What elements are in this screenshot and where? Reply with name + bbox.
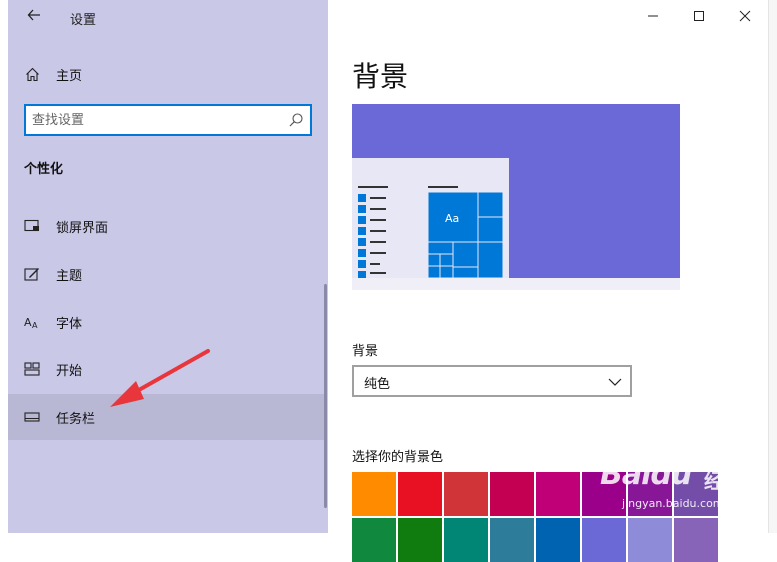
sidebar-item-label: 开始 [56, 363, 83, 379]
close-button[interactable] [722, 0, 768, 32]
sidebar-item-label: 任务栏 [56, 411, 96, 427]
maximize-icon [694, 11, 704, 21]
color-swatch[interactable] [674, 472, 718, 516]
home-icon [24, 66, 40, 82]
background-dropdown[interactable]: 纯色 [352, 365, 632, 397]
back-button[interactable] [22, 5, 46, 29]
dropdown-value: 纯色 [364, 377, 391, 392]
sidebar-item-label: 主页 [56, 68, 83, 84]
content-pane: 背景 Aa 背景 纯色 选择你的背景色 [328, 0, 768, 562]
color-swatch[interactable] [444, 472, 488, 516]
background-label: 背景 [352, 344, 379, 359]
color-swatch[interactable] [536, 472, 580, 516]
sidebar-item-lock-screen[interactable]: 锁屏界面 [8, 203, 326, 249]
color-swatch[interactable] [490, 472, 534, 516]
back-arrow-icon [27, 9, 40, 21]
color-swatch[interactable] [628, 472, 672, 516]
preview-start-menu: Aa [358, 186, 504, 279]
sidebar-item-label: 锁屏界面 [56, 220, 109, 236]
chevron-down-icon [608, 378, 622, 386]
lock-screen-icon [24, 218, 40, 234]
svg-text:A: A [32, 321, 38, 329]
svg-text:A: A [24, 316, 32, 329]
minimize-icon [648, 15, 658, 17]
sidebar-item-themes[interactable]: 主题 [8, 251, 326, 297]
search-input[interactable] [32, 110, 282, 130]
app-title: 设置 [70, 13, 97, 28]
desktop-edge [0, 0, 8, 533]
preview-tile-text: Aa [445, 212, 459, 225]
page-title: 背景 [352, 60, 409, 93]
theme-brush-icon [24, 266, 40, 282]
font-icon: AA [24, 314, 40, 330]
search-icon[interactable] [288, 112, 304, 128]
section-title: 个性化 [24, 162, 64, 177]
color-swatch[interactable] [398, 472, 442, 516]
sidebar-item-fonts[interactable]: AA 字体 [8, 299, 326, 345]
color-swatch[interactable] [674, 518, 718, 562]
color-swatch[interactable] [628, 518, 672, 562]
color-swatch[interactable] [398, 518, 442, 562]
maximize-button[interactable] [676, 0, 722, 32]
search-box[interactable] [24, 104, 312, 136]
color-swatch[interactable] [536, 518, 580, 562]
preview-window: Aa [352, 158, 509, 279]
color-swatch[interactable] [490, 518, 534, 562]
background-preview: Aa [352, 104, 680, 290]
color-swatch[interactable] [582, 518, 626, 562]
color-swatch[interactable] [582, 472, 626, 516]
color-swatch[interactable] [352, 472, 396, 516]
sidebar: 设置 主页 个性化 锁屏界面 主题 [8, 0, 328, 533]
sidebar-item-label: 主题 [56, 268, 83, 284]
colors-label: 选择你的背景色 [352, 450, 444, 465]
settings-window: 设置 主页 个性化 锁屏界面 主题 [0, 0, 777, 562]
close-icon [739, 10, 751, 22]
start-menu-icon [24, 361, 40, 377]
sidebar-scrollbar[interactable] [324, 284, 327, 508]
sidebar-item-label: 字体 [56, 316, 83, 332]
annotation-arrow [110, 349, 210, 407]
color-swatch[interactable] [444, 518, 488, 562]
color-swatch[interactable] [352, 518, 396, 562]
desktop-edge-right [768, 0, 777, 533]
sidebar-item-home[interactable]: 主页 [8, 51, 326, 97]
minimize-button[interactable] [630, 0, 676, 32]
taskbar-icon [24, 409, 40, 425]
preview-taskbar [352, 278, 680, 290]
